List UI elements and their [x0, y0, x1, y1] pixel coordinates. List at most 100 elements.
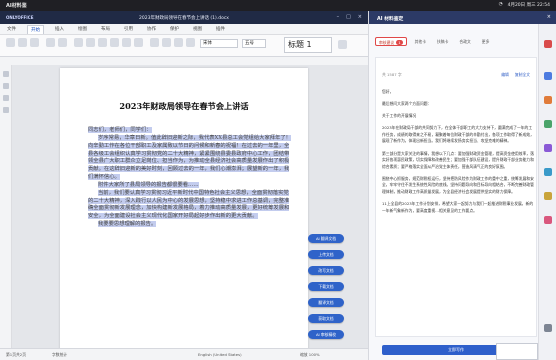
undo-icon[interactable] — [46, 38, 55, 47]
align-center-icon[interactable] — [162, 38, 171, 47]
document-page[interactable]: 2023年财政局领导在春节会上讲话 同志们，老师们，同学们： 岁序常易，华章日新… — [60, 68, 308, 348]
window-controls: – □ × — [337, 14, 362, 20]
word-count[interactable]: 字数统计 — [52, 352, 67, 358]
right-icon-strip — [538, 24, 556, 360]
ruler[interactable] — [0, 57, 368, 65]
tab-more[interactable]: 更多 — [479, 37, 493, 46]
tag-icon[interactable] — [544, 144, 552, 152]
style-preview-heading1[interactable]: 标题 1 — [284, 37, 332, 53]
cut-icon[interactable] — [30, 38, 39, 47]
check-icon[interactable] — [544, 120, 552, 128]
menu-home[interactable]: 开始 — [27, 24, 44, 34]
navigation-icon[interactable] — [3, 95, 9, 101]
menu-layout[interactable]: 布局 — [98, 25, 113, 33]
paragraph[interactable]: 岁序常易，华章日新。值此辞旧迎新之际，我代表XX县总工会党组给大家拜年了！向辛勤… — [88, 134, 292, 182]
panel-close-icon[interactable]: × — [547, 14, 551, 20]
chat-icon[interactable] — [3, 107, 9, 113]
menu-collaborate[interactable]: 协作 — [144, 25, 159, 33]
translate-doc-button[interactable]: 翻译文档 — [308, 298, 344, 307]
panel-tabs: 审核建议 1 其他卡 扶稿卡 合政文 更多 — [375, 37, 545, 47]
generated-paragraph: 最后想问大家两个方面问题： — [382, 101, 432, 107]
tab-other[interactable]: 其他卡 — [412, 37, 429, 46]
paste-icon[interactable] — [18, 38, 27, 47]
toolbar-ribbon: 宋体 五号 标题 1 — [0, 35, 368, 57]
settings-icon[interactable] — [544, 324, 552, 332]
document-body[interactable]: 同志们，老师们，同学们： 岁序常易，华章日新。值此辞旧迎新之际，我代表XX县总工… — [88, 127, 292, 229]
tab-review-suggestions[interactable]: 审核建议 1 — [375, 37, 407, 46]
ai-icon[interactable] — [544, 40, 552, 48]
menu-protect[interactable]: 保护 — [167, 25, 182, 33]
copy-icon[interactable] — [6, 38, 15, 47]
search-icon[interactable] — [3, 71, 9, 77]
comments-icon[interactable] — [3, 83, 9, 89]
bold-icon[interactable] — [74, 38, 83, 47]
language-select[interactable]: English (United States) — [198, 352, 242, 357]
close-icon[interactable]: × — [358, 14, 362, 20]
menu-plugins[interactable]: 插件 — [213, 25, 228, 33]
align-right-icon[interactable] — [174, 38, 183, 47]
align-left-icon[interactable] — [150, 38, 159, 47]
edit-button[interactable]: 编辑 — [501, 72, 509, 78]
doc-icon[interactable] — [544, 72, 552, 80]
upload-doc-button[interactable]: 上传文档 — [308, 250, 344, 259]
tab-draft[interactable]: 扶稿卡 — [434, 37, 451, 46]
clock: 4月20日 周三 22:54 — [507, 3, 550, 8]
redo-icon[interactable] — [58, 38, 67, 47]
style-gallery-down-icon[interactable] — [338, 40, 347, 49]
heart-icon[interactable] — [544, 216, 552, 224]
list-icon[interactable] — [186, 38, 195, 47]
font-name-select[interactable]: 宋体 — [200, 39, 238, 48]
fetch-doc-button[interactable]: 获取文档 — [308, 314, 344, 323]
font-color-icon[interactable] — [122, 38, 131, 47]
menu-insert[interactable]: 插入 — [52, 25, 67, 33]
folder-icon[interactable] — [544, 192, 552, 200]
star-icon[interactable] — [544, 96, 552, 104]
underline-icon[interactable] — [98, 38, 107, 47]
left-tool-strip — [0, 65, 12, 348]
ai-side-panel: AI 材料鉴定 × 审核建议 1 其他卡 扶稿卡 合政文 更多 共 1587 字 … — [368, 11, 556, 360]
tab-badge: 1 — [396, 40, 403, 45]
menu-draw[interactable]: 绘图 — [75, 25, 90, 33]
generated-text[interactable]: 您好， 最后想问大家两个方面问题： 关于工作的开展情况 2023年在财政局干部的… — [382, 89, 534, 220]
rewrite-doc-button[interactable]: 改写文档 — [308, 266, 344, 275]
paragraph[interactable]: 当前，我们要认真学习贯彻习近平新时代中国特色社会主义思想，全面贯彻落实党的二十大… — [88, 189, 292, 221]
italic-icon[interactable] — [86, 38, 95, 47]
menu-file[interactable]: 文件 — [4, 25, 19, 33]
generated-paragraph: 围绕中心抓服务，规范财税权运行，坚持把防风险作为财政工作的重中之重，统筹发展和安… — [382, 175, 534, 195]
copy-all-button[interactable]: 复制全文 — [515, 72, 530, 78]
editor-title-bar: ONLYOFFICE 2023年财政局领导在春节会上讲话 (1).docx – … — [0, 11, 368, 24]
paragraph[interactable]: 我要要思想理解的报告。 — [88, 221, 292, 229]
panel-header: AI 材料鉴定 × — [369, 11, 556, 24]
system-tray: ◔ 4月20日 周三 22:54 — [499, 2, 550, 8]
ai-translate-button[interactable]: AI 翻译文档 — [308, 234, 344, 243]
status-bar: 第1页共2页 字数统计 English (United States) 缩放 1… — [0, 348, 368, 360]
menu-references[interactable]: 引用 — [121, 25, 136, 33]
minimize-icon[interactable]: – — [337, 14, 340, 20]
wifi-icon[interactable]: ◔ — [499, 2, 503, 8]
document-title: 2023年财政局领导在春节会上讲话 (1).docx — [139, 16, 229, 21]
highlight-icon[interactable] — [134, 38, 143, 47]
zoom-level[interactable]: 缩放 100% — [300, 352, 320, 358]
download-doc-button[interactable]: 下载文档 — [308, 282, 344, 291]
maximize-icon[interactable]: □ — [346, 14, 351, 20]
preview-thumbnail[interactable] — [496, 343, 538, 360]
chat-bubble-icon[interactable] — [544, 168, 552, 176]
generated-paragraph: 11上全县的2023年工作计划安排，希望大家一起努力与我们一起推进财税事业发展，… — [382, 201, 534, 213]
tab-policy[interactable]: 合政文 — [456, 37, 473, 46]
character-count: 共 1587 字 — [382, 72, 402, 77]
generated-paragraph: 您好， — [382, 89, 394, 94]
system-menu-bar: AI材料鉴 ◔ 4月20日 周三 22:54 — [0, 0, 556, 11]
panel-actions: 编辑 复制全文 — [501, 72, 530, 78]
document-heading[interactable]: 2023年财政局领导在春节会上讲话 — [60, 100, 308, 112]
generated-paragraph: 第三部分是大家关注的事情，我想以下几点：要加强财政资金管理，提高资金使用效率，落… — [382, 150, 534, 169]
page-indicator[interactable]: 第1页共2页 — [6, 352, 26, 358]
font-size-select[interactable]: 五号 — [242, 39, 266, 48]
menu-view[interactable]: 视图 — [190, 25, 205, 33]
paragraph[interactable]: 附件大家所了县局领导的报告都很要看…… — [88, 181, 292, 190]
ai-review-button[interactable]: AI 审核精校 — [308, 330, 344, 339]
strike-icon[interactable] — [110, 38, 119, 47]
app-name[interactable]: AI材料鉴 — [6, 2, 27, 9]
paragraph[interactable]: 同志们，老师们，同学们： — [88, 127, 292, 135]
generated-paragraph: 关于工作的开展情况 — [382, 113, 417, 119]
panel-content: 共 1587 字 编辑 复制全文 您好， 最后想问大家两个方面问题： 关于工作的… — [375, 57, 537, 337]
